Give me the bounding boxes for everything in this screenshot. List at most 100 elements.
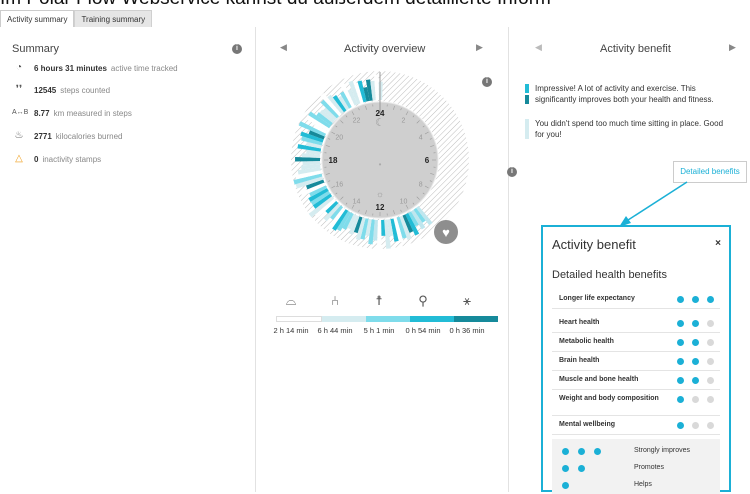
benefit-level-dots bbox=[669, 320, 714, 327]
legend-dots-1 bbox=[562, 482, 578, 489]
benefit-title: Activity benefit bbox=[600, 43, 671, 55]
benefit-bar-3 bbox=[525, 119, 529, 139]
distance-label: km measured in steps bbox=[54, 109, 132, 118]
overview-prev-arrow-icon[interactable]: ◀ bbox=[280, 42, 287, 53]
benefit-dot-filled bbox=[707, 296, 714, 303]
clock-hour-label: 10 bbox=[400, 199, 408, 206]
legend-label-helps: Helps bbox=[634, 481, 652, 488]
legend-walking bbox=[410, 316, 454, 322]
benefit-text-1: Impressive! A lot of activity and exerci… bbox=[535, 83, 735, 94]
benefit-message-2: significantly improves both your health … bbox=[525, 94, 735, 105]
health-benefit-name: Longer life expectancy bbox=[559, 295, 659, 303]
legend-label-strongly: Strongly improves bbox=[634, 447, 690, 454]
inactivity-label: inactivity stamps bbox=[42, 155, 101, 164]
now-marker-icon: • bbox=[379, 160, 382, 169]
clock-hour-label: 14 bbox=[353, 199, 361, 206]
benefit-level-dots bbox=[669, 339, 714, 346]
clock-hour-label: 12 bbox=[376, 203, 385, 212]
clock-hour-label: 6 bbox=[425, 156, 430, 165]
summary-info-icon[interactable]: i bbox=[232, 44, 242, 54]
legend-dots-2 bbox=[562, 465, 594, 472]
legend-running bbox=[454, 316, 498, 322]
benefit-message-1: Impressive! A lot of activity and exerci… bbox=[525, 83, 735, 94]
close-icon[interactable]: × bbox=[715, 238, 721, 249]
benefit-next-arrow-icon[interactable]: ▶ bbox=[729, 42, 736, 53]
benefit-dot-empty bbox=[707, 339, 714, 346]
benefit-dot-empty bbox=[707, 377, 714, 384]
benefit-dot-filled bbox=[677, 296, 684, 303]
clock-hour-label: 16 bbox=[335, 182, 343, 189]
health-benefit-name: Weight and body composition bbox=[559, 395, 659, 403]
active-time-value: 6 hours 31 minutes bbox=[34, 64, 107, 73]
summary-panel: Summary i ◔ 6 hours 31 minutes active ti… bbox=[0, 27, 256, 492]
activity-level-legend bbox=[276, 316, 498, 322]
clock-activity-segment bbox=[379, 82, 383, 100]
legend-standing bbox=[366, 316, 410, 322]
benefit-bar-2 bbox=[525, 95, 529, 104]
clock-hour-label: 22 bbox=[353, 117, 361, 124]
benefit-dot-filled bbox=[692, 296, 699, 303]
benefit-level-dots bbox=[669, 422, 714, 429]
clock-hour-label: 4 bbox=[419, 135, 423, 142]
summary-row-distance: A↔B 8.77 km measured in steps bbox=[12, 107, 132, 119]
benefit-level-dots bbox=[669, 396, 714, 403]
active-time-label: active time tracked bbox=[111, 64, 178, 73]
sitting-duration: 6 h 44 min bbox=[313, 326, 357, 335]
callout-arrow bbox=[615, 180, 695, 230]
benefit-dot-filled bbox=[677, 396, 684, 403]
moon-icon: ☾ bbox=[375, 117, 385, 129]
benefit-dot-filled bbox=[692, 377, 699, 384]
heart-badge[interactable]: ♥ bbox=[434, 220, 458, 244]
standing-icon: ☨ bbox=[357, 293, 401, 309]
benefit-dot-empty bbox=[707, 396, 714, 403]
clock-hour-label: 8 bbox=[419, 182, 423, 189]
calories-value: 2771 bbox=[34, 132, 52, 141]
sitting-icon: ⑃ bbox=[313, 293, 357, 308]
cut-heading: Im Polar Flow Webservice kannst du außer… bbox=[0, 0, 750, 10]
benefit-dot-filled bbox=[677, 422, 684, 429]
health-benefit-row: Brain health bbox=[552, 352, 720, 371]
legend-dots-3 bbox=[562, 448, 610, 455]
footprints-icon: ❜❜ bbox=[12, 84, 26, 96]
benefit-dot-filled bbox=[677, 377, 684, 384]
clock-hour-label: 2 bbox=[402, 117, 406, 124]
benefit-dot-filled bbox=[692, 339, 699, 346]
steps-value: 12545 bbox=[34, 86, 56, 95]
summary-row-inactivity: △ 0 inactivity stamps bbox=[12, 153, 101, 165]
running-duration: 0 h 36 min bbox=[445, 326, 489, 335]
flame-icon: ♨ bbox=[12, 130, 26, 142]
overview-info-icon[interactable]: i bbox=[482, 77, 492, 87]
warning-icon: △ bbox=[12, 153, 26, 165]
benefit-bar-1 bbox=[525, 84, 529, 93]
health-benefit-name: Muscle and bone health bbox=[559, 376, 659, 384]
distance-icon: A↔B bbox=[12, 107, 26, 119]
benefit-info-icon[interactable]: i bbox=[507, 167, 517, 177]
standing-duration: 5 h 1 min bbox=[357, 326, 401, 335]
benefit-level-dots bbox=[669, 377, 714, 384]
benefit-dot-empty bbox=[707, 358, 714, 365]
benefit-dot-empty bbox=[692, 396, 699, 403]
health-benefit-name: Heart health bbox=[559, 319, 659, 327]
activity-benefit-popup: Activity benefit × Detailed health benef… bbox=[541, 225, 731, 492]
overview-next-arrow-icon[interactable]: ▶ bbox=[476, 42, 483, 53]
benefit-message-3: You didn't spend too much time sitting i… bbox=[525, 118, 725, 140]
calories-label: kilocalories burned bbox=[56, 132, 123, 141]
health-benefit-row: Muscle and bone health bbox=[552, 371, 720, 390]
resting-duration: 2 h 14 min bbox=[269, 326, 313, 335]
legend-sitting bbox=[322, 316, 366, 322]
overview-title: Activity overview bbox=[344, 43, 425, 55]
health-benefit-row: Heart health bbox=[552, 314, 720, 333]
summary-row-steps: ❜❜ 12545 steps counted bbox=[12, 84, 110, 96]
health-benefit-name: Brain health bbox=[559, 357, 659, 365]
benefit-dot-filled bbox=[677, 358, 684, 365]
benefit-text-2: significantly improves both your health … bbox=[535, 94, 735, 105]
health-benefit-name: Metabolic health bbox=[559, 338, 659, 346]
steps-label: steps counted bbox=[60, 86, 110, 95]
legend-label-promotes: Promotes bbox=[634, 464, 664, 471]
resting-icon: ⌓ bbox=[269, 293, 313, 309]
health-benefit-row: Mental wellbeing bbox=[552, 416, 720, 435]
health-benefit-row: Metabolic health bbox=[552, 333, 720, 352]
popup-title: Activity benefit bbox=[552, 237, 636, 252]
benefit-prev-arrow-icon[interactable]: ◀ bbox=[535, 42, 542, 53]
tab-activity-summary[interactable]: Activity summary bbox=[0, 10, 74, 28]
